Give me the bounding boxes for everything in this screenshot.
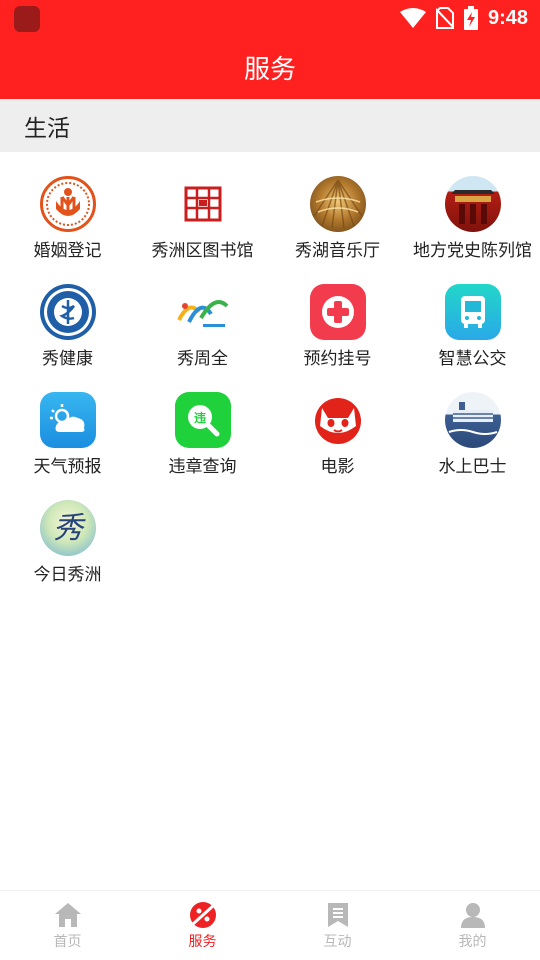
service-appointment[interactable]: 预约挂号 — [270, 284, 405, 392]
interaction-icon — [327, 903, 348, 927]
service-label: 水上巴士 — [438, 457, 507, 477]
service-label: 天气预报 — [33, 457, 102, 477]
service-today-xiuzhou[interactable]: 秀 今日秀洲 — [0, 500, 135, 608]
service-water-bus[interactable]: 水上巴士 — [405, 392, 540, 500]
services-grid: 婚姻登记 秀洲区图书馆 秀湖音乐厅 地方党史陈列馆 秀健康 秀周全 预约挂号 智… — [0, 152, 540, 608]
tab-profile[interactable]: 我的 — [405, 891, 540, 960]
health-emblem-icon — [39, 284, 96, 340]
library-icon — [174, 176, 231, 232]
tab-label: 首页 — [53, 934, 82, 950]
tab-home[interactable]: 首页 — [0, 891, 135, 960]
wifi-icon — [399, 8, 426, 28]
xiuzhouquan-logo-icon — [174, 284, 231, 340]
service-smart-bus[interactable]: 智慧公交 — [405, 284, 540, 392]
water-bus-icon — [444, 392, 501, 448]
violation-search-icon: 违 — [174, 392, 231, 448]
service-xiuzhouquan[interactable]: 秀周全 — [135, 284, 270, 392]
section-header: 生活 — [0, 99, 540, 152]
service-label: 秀周全 — [177, 349, 228, 369]
history-museum-icon — [444, 176, 501, 232]
weather-icon — [39, 392, 96, 448]
today-xiuzhou-icon: 秀 — [39, 500, 96, 556]
battery-charging-icon — [463, 6, 478, 30]
bus-icon — [444, 284, 501, 340]
service-label: 违章查询 — [168, 457, 237, 477]
service-label: 地方党史陈列馆 — [413, 241, 532, 261]
medical-cross-icon — [309, 284, 366, 340]
service-label: 秀健康 — [42, 349, 93, 369]
today-icon-text: 秀 — [53, 511, 86, 546]
service-label: 电影 — [320, 457, 355, 477]
service-weather[interactable]: 天气预报 — [0, 392, 135, 500]
service-movie[interactable]: 电影 — [270, 392, 405, 500]
service-icon — [189, 902, 216, 928]
cat-movie-icon — [309, 392, 366, 448]
concert-hall-icon — [309, 176, 366, 232]
violation-icon-text: 违 — [193, 410, 205, 425]
no-sim-icon — [435, 7, 454, 29]
service-label: 秀湖音乐厅 — [295, 241, 380, 261]
service-label: 婚姻登记 — [33, 241, 102, 261]
service-label: 智慧公交 — [438, 349, 507, 369]
service-library[interactable]: 秀洲区图书馆 — [135, 176, 270, 284]
tab-label: 我的 — [458, 934, 487, 950]
page-title: 服务 — [243, 55, 296, 85]
service-label: 秀洲区图书馆 — [151, 241, 254, 261]
service-health[interactable]: 秀健康 — [0, 284, 135, 392]
service-label: 今日秀洲 — [33, 565, 102, 585]
home-icon — [54, 903, 81, 927]
status-bar: 9:48 — [0, 0, 540, 36]
bottom-tab-bar: 首页 服务 互动 我的 — [0, 890, 540, 960]
tab-label: 互动 — [323, 934, 352, 950]
service-label: 预约挂号 — [303, 349, 372, 369]
title-bar: 服务 — [0, 36, 540, 99]
service-history-museum[interactable]: 地方党史陈列馆 — [405, 176, 540, 284]
profile-icon — [460, 903, 485, 928]
marriage-registration-icon — [39, 176, 96, 232]
service-marriage-registration[interactable]: 婚姻登记 — [0, 176, 135, 284]
status-icons: 9:48 — [399, 4, 528, 32]
tab-service[interactable]: 服务 — [135, 891, 270, 960]
tab-label: 服务 — [188, 934, 217, 950]
status-time: 9:48 — [487, 6, 528, 29]
tab-interaction[interactable]: 互动 — [270, 891, 405, 960]
section-title: 生活 — [24, 115, 70, 142]
service-violation-search[interactable]: 违 违章查询 — [135, 392, 270, 500]
service-concert-hall[interactable]: 秀湖音乐厅 — [270, 176, 405, 284]
app-notification-icon — [14, 6, 40, 32]
